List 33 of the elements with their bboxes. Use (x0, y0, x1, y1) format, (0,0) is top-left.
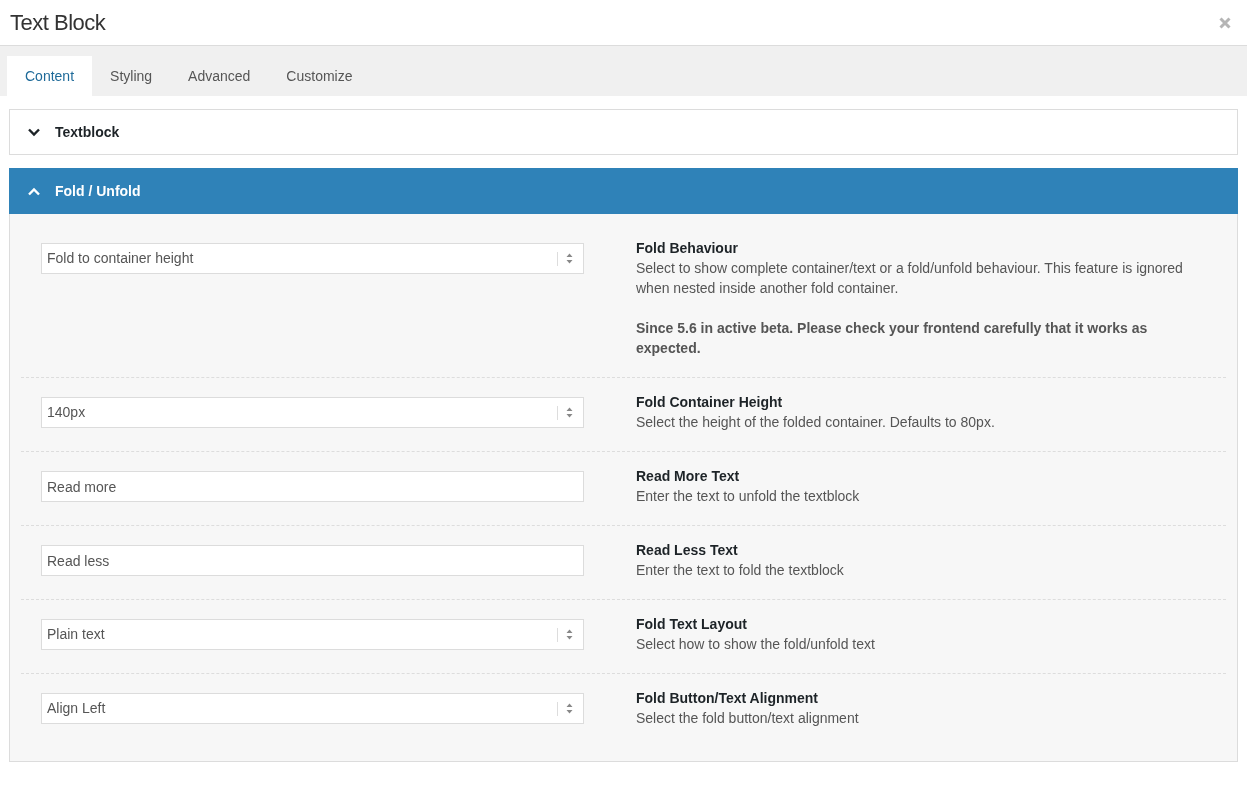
select-field[interactable]: Plain text (41, 619, 584, 650)
sort-arrows-icon (566, 407, 573, 418)
select-field[interactable]: Align Left (41, 693, 584, 724)
window-title: Text Block (10, 9, 106, 37)
select-field[interactable]: Fold to container height (41, 243, 584, 274)
chevron-up-icon (27, 186, 41, 196)
section-header[interactable]: Textblock (9, 109, 1238, 155)
field-label: Fold Behaviour (636, 239, 739, 258)
tab[interactable]: Styling (92, 56, 171, 96)
chevron-down-icon (27, 127, 41, 137)
field-description: Enter the text to unfold the textblock (636, 487, 860, 506)
select-field[interactable]: 140px (41, 397, 584, 428)
field-label: Fold Text Layout (636, 615, 748, 634)
field-label: Fold Container Height (636, 393, 784, 412)
field-label: Fold Button/Text Alignment (636, 689, 819, 708)
field-description: Select how to show the fold/unfold text (636, 635, 875, 654)
field-label: Read More Text (636, 467, 741, 486)
field-description: Select the height of the folded container. Defaults to 80px. (636, 413, 995, 432)
tab[interactable]: Content (7, 56, 93, 96)
tab[interactable]: Customize (268, 56, 371, 96)
section-header[interactable]: Fold / Unfold (9, 168, 1238, 214)
field-description: Select to show complete container/text or a fold/unfold behaviour. This feature is ignored when nested inside another fold container. (636, 259, 1184, 298)
field-label: Read Less Text (636, 541, 739, 560)
close-icon[interactable] (1219, 16, 1231, 29)
field-note: Since 5.6 in active beta. Please check your frontend carefully that it works as expected. (636, 319, 1149, 358)
tab[interactable]: Advanced (170, 56, 269, 96)
input-field[interactable]: Read more (41, 471, 584, 502)
sort-arrows-icon (566, 703, 573, 714)
field-description: Enter the text to fold the textblock (636, 561, 844, 580)
sort-arrows-icon (566, 253, 573, 264)
field-description: Select the fold button/text alignment (636, 709, 859, 728)
input-field[interactable]: Read less (41, 545, 584, 576)
sort-arrows-icon (566, 629, 573, 640)
